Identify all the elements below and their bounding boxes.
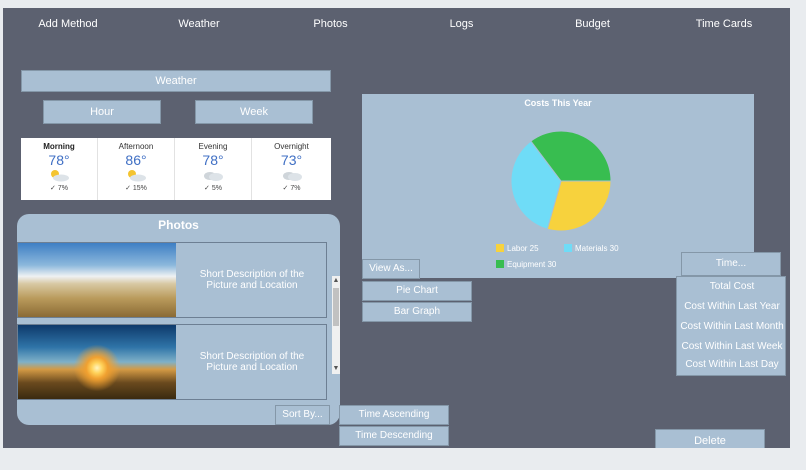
period-name: Morning	[43, 142, 75, 151]
photo-item[interactable]: Short Description of the Picture and Loc…	[17, 242, 327, 318]
photo-description: Short Description of the Picture and Loc…	[199, 351, 305, 373]
forecast-overnight: Overnight 73° ✓ 7%	[252, 138, 331, 200]
weather-title: Weather	[21, 70, 331, 92]
photo-thumbnail[interactable]	[18, 243, 176, 317]
photo-thumbnail[interactable]	[18, 325, 176, 399]
cloudy-icon	[252, 168, 331, 182]
forecast-morning: Morning 78° ✓ 7%	[21, 138, 98, 200]
photos-scrollbar[interactable]: ▲ ▼	[332, 276, 340, 374]
photos-title: Photos	[158, 218, 199, 232]
cloudy-icon	[175, 168, 251, 182]
sort-time-ascending[interactable]: Time Ascending	[339, 405, 449, 425]
forecast-evening: Evening 78° ✓ 5%	[175, 138, 252, 200]
rain-chance: ✓ 7%	[50, 185, 68, 192]
partly-sunny-icon	[98, 168, 174, 182]
view-pie-chart-option[interactable]: Pie Chart	[362, 281, 472, 301]
legend-label-materials: Materials 30	[575, 244, 619, 253]
sort-time-descending[interactable]: Time Descending	[339, 426, 449, 446]
period-name: Afternoon	[118, 142, 154, 151]
legend-swatch-labor	[496, 244, 504, 252]
time-filter-button[interactable]: Time...	[681, 252, 781, 276]
week-button[interactable]: Week	[195, 100, 313, 124]
photos-panel: Photos Short Description of the Picture …	[17, 214, 340, 425]
time-option-total-cost[interactable]: Total Cost	[677, 277, 787, 297]
view-bar-graph-option[interactable]: Bar Graph	[362, 302, 472, 322]
photo-description: Short Description of the Picture and Loc…	[199, 269, 305, 291]
period-temp: 78°	[202, 152, 224, 168]
tab-add-method[interactable]: Add Method	[3, 8, 133, 40]
hour-button[interactable]: Hour	[43, 100, 161, 124]
chart-title: Costs This Year	[524, 98, 592, 108]
costs-pie-chart: Costs This Year Labor 25 Materials 30 Equi…	[496, 98, 619, 269]
tab-photos[interactable]: Photos	[265, 8, 396, 40]
legend-label-equipment: Equipment 30	[507, 260, 557, 269]
period-temp: 73°	[280, 152, 303, 168]
tab-time-cards[interactable]: Time Cards	[658, 8, 790, 40]
view-as-button[interactable]: View As...	[362, 259, 420, 279]
delete-button[interactable]: Delete	[655, 429, 765, 448]
time-option-last-month[interactable]: Cost Within Last Month	[677, 317, 787, 337]
partly-sunny-icon	[21, 168, 97, 182]
forecast-afternoon: Afternoon 86° ✓ 15%	[98, 138, 175, 200]
scroll-up-arrow[interactable]: ▲	[332, 276, 340, 286]
time-filter-menu: Total Cost Cost Within Last Year Cost Wi…	[676, 276, 786, 376]
rain-chance: ✓ 7%	[282, 185, 301, 192]
time-option-last-day[interactable]: Cost Within Last Day	[677, 355, 787, 375]
rain-chance: ✓ 5%	[204, 185, 222, 192]
weather-forecast-card: Morning 78° ✓ 7% Afternoon 86° ✓ 15% Eve…	[21, 138, 331, 200]
time-option-last-week[interactable]: Cost Within Last Week	[677, 337, 787, 357]
time-option-last-year[interactable]: Cost Within Last Year	[677, 297, 787, 317]
legend-label-labor: Labor 25	[507, 244, 539, 253]
period-name: Evening	[198, 142, 228, 151]
scroll-down-arrow[interactable]: ▼	[332, 364, 340, 374]
period-name: Overnight	[274, 142, 309, 151]
tab-logs[interactable]: Logs	[396, 8, 527, 40]
legend-swatch-equipment	[496, 260, 504, 268]
photo-item[interactable]: Short Description of the Picture and Loc…	[17, 324, 327, 400]
rain-chance: ✓ 15%	[125, 185, 147, 192]
period-temp: 78°	[48, 152, 70, 168]
sort-by-button[interactable]: Sort By...	[275, 405, 330, 425]
period-temp: 86°	[125, 152, 147, 168]
tab-weather[interactable]: Weather	[133, 8, 265, 40]
tab-budget[interactable]: Budget	[527, 8, 658, 40]
scroll-thumb[interactable]	[333, 288, 339, 326]
costs-chart-panel: Costs This Year Labor 25 Materials 30 Equi…	[362, 94, 754, 278]
legend-swatch-materials	[564, 244, 572, 252]
app-window: Add Method Weather Photos Logs Budget Ti…	[3, 8, 790, 448]
